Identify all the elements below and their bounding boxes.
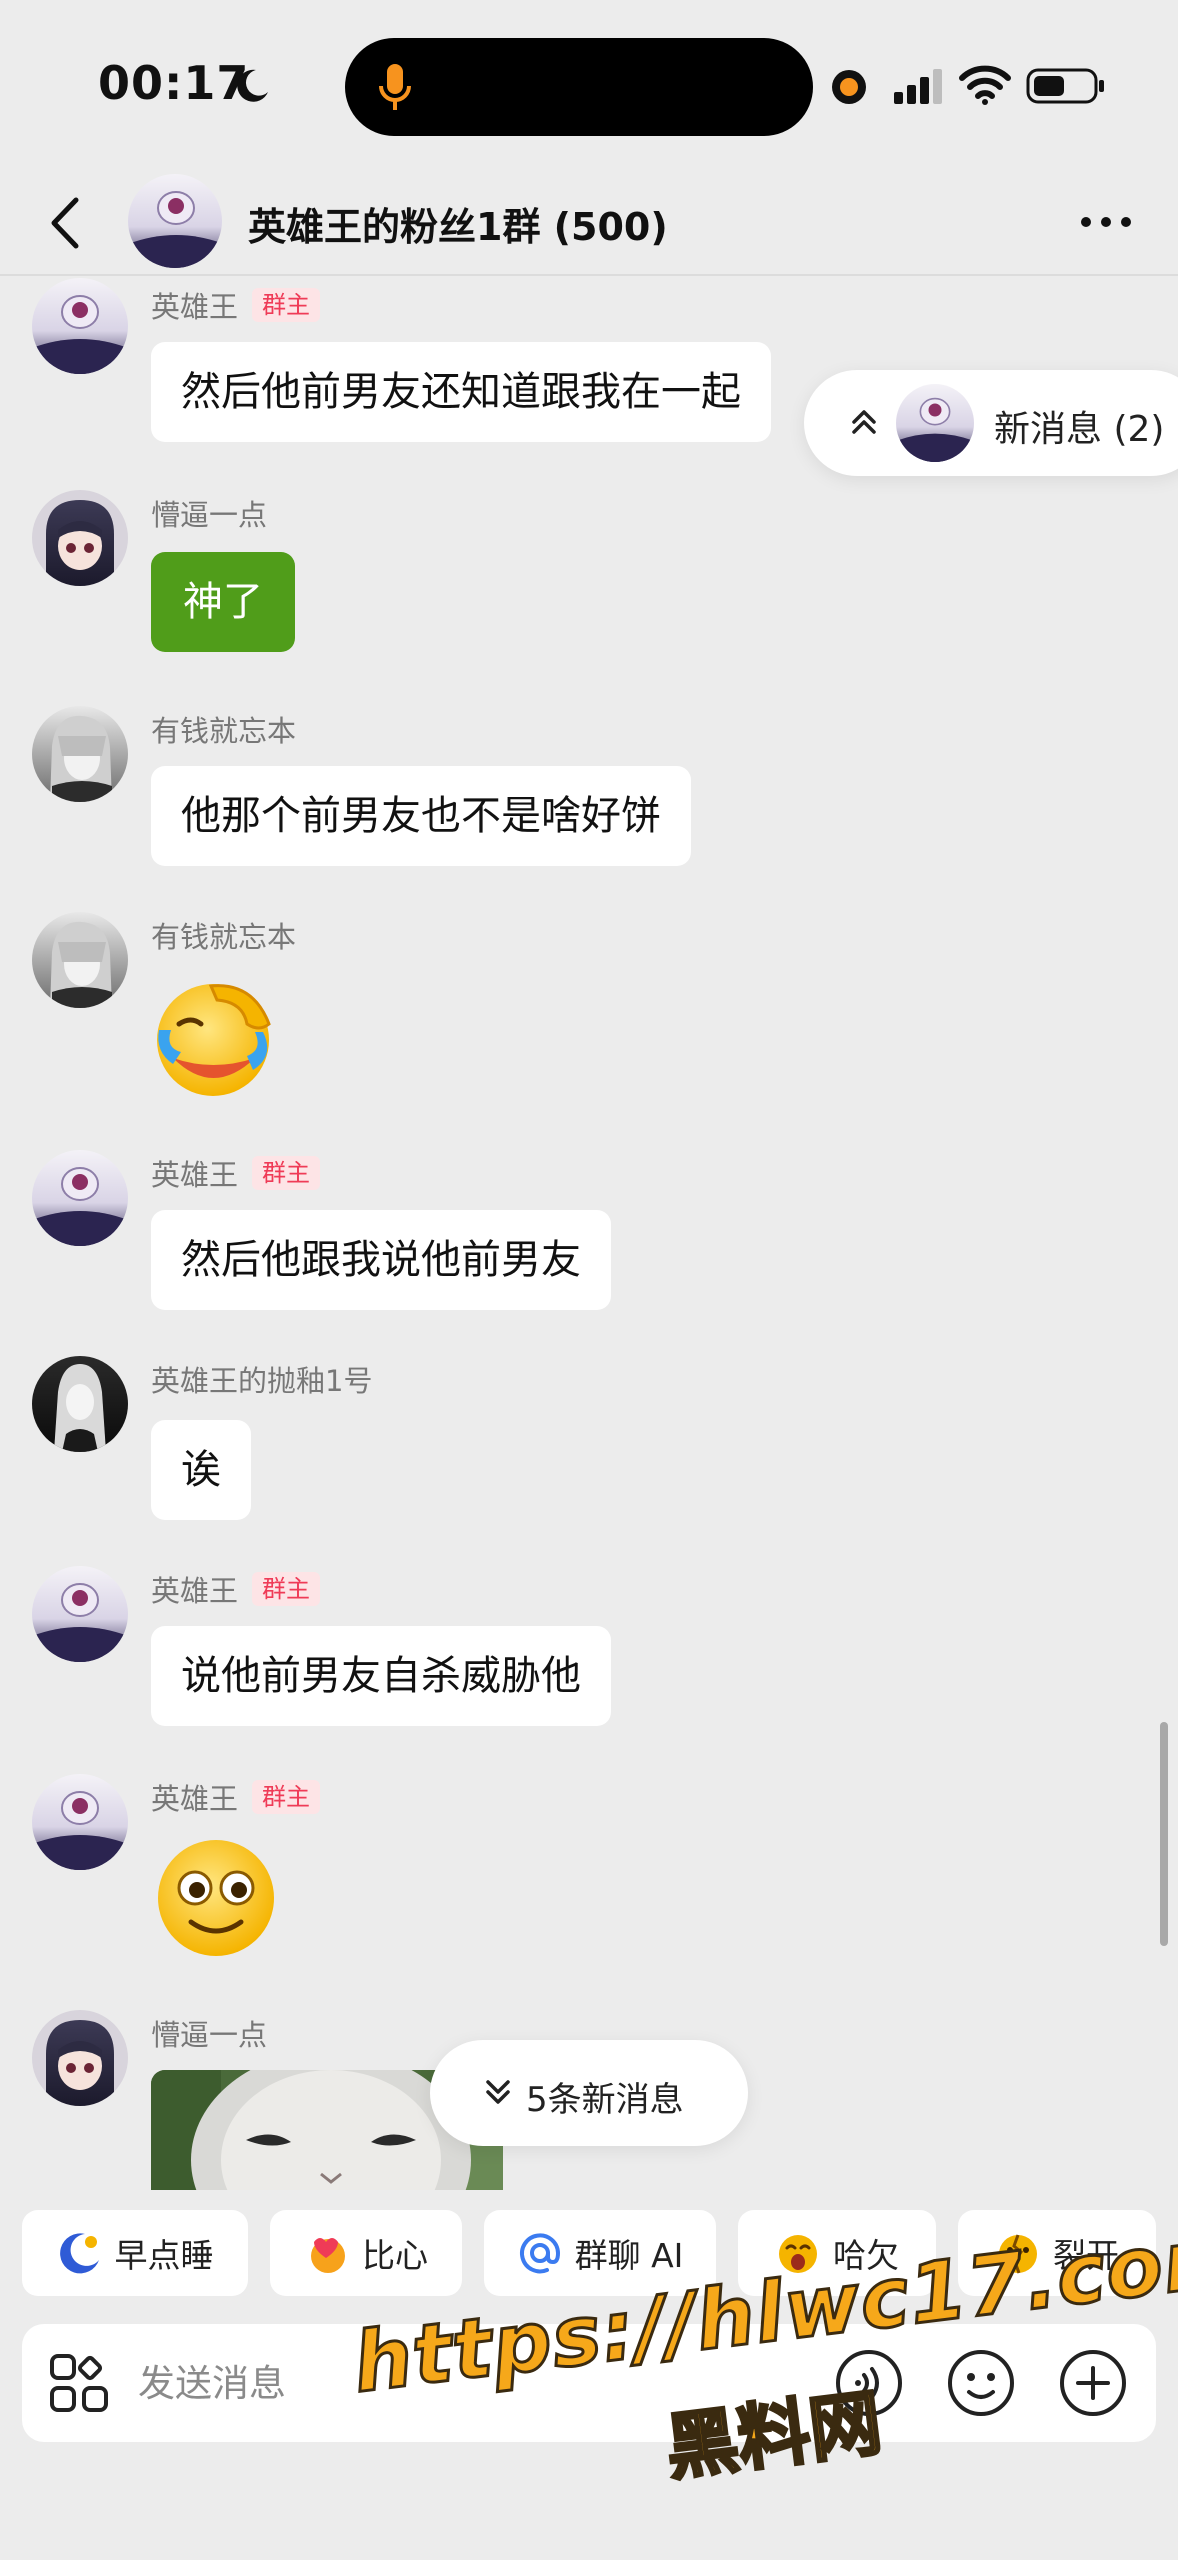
avatar[interactable] (32, 278, 128, 374)
dynamic-island (345, 38, 813, 136)
sender-name-text: 有钱就忘本 (151, 920, 297, 954)
avatar[interactable] (32, 2010, 128, 2106)
quick-action-chip[interactable]: 裂开 (958, 2210, 1156, 2296)
wifi-icon (959, 65, 1011, 105)
sender-name: 英雄王 群主 (151, 1568, 321, 1610)
group-title: 英雄王的粉丝1群 (500) (248, 205, 668, 249)
sender-name: 英雄王 群主 (151, 284, 321, 326)
owner-badge: 群主 (252, 1780, 321, 1814)
chat-message: 有钱就忘本 (0, 912, 1178, 1112)
heart-hands-icon (311, 2238, 345, 2273)
laugh-cry-emoji-icon[interactable] (151, 972, 281, 1102)
new-messages-label: 新消息 (2) (994, 409, 1165, 450)
owner-badge: 群主 (252, 288, 321, 322)
scrollbar[interactable] (1160, 1722, 1168, 1946)
cracked-face-icon (999, 2234, 1037, 2274)
chat-message: 英雄王 群主 (0, 1774, 1178, 1974)
double-chevron-down-icon (486, 2080, 510, 2104)
sender-name: 有钱就忘本 (151, 708, 296, 750)
chat-message: 英雄王 群主 说他前男友自杀威胁他 (0, 1566, 1178, 1736)
owner-badge: 群主 (252, 1572, 321, 1606)
sleep-moon-icon (59, 2233, 99, 2274)
new-message-sender-avatar (896, 384, 974, 462)
recording-indicator-icon (832, 70, 866, 104)
cellular-signal-icon (894, 69, 942, 104)
quick-actions-bar: 早点睡 比心 群聊 AI 哈欠 裂开 (0, 2190, 1178, 2308)
message-bubble[interactable]: 诶 (151, 1420, 251, 1520)
battery-icon (1026, 68, 1104, 104)
quick-action-label: 裂开 (1053, 2236, 1119, 2275)
sender-name-text: 英雄王 (151, 1158, 239, 1192)
sender-name: 英雄王的抛釉1号 (151, 1358, 372, 1400)
sender-name: 有钱就忘本 (151, 914, 296, 956)
sender-name-text: 英雄王 (151, 1782, 239, 1816)
avatar[interactable] (32, 912, 128, 1008)
status-time: 00:17 (98, 56, 250, 110)
yawn-icon (779, 2235, 817, 2273)
back-button[interactable] (36, 188, 100, 258)
owner-badge: 群主 (252, 1156, 321, 1190)
message-input[interactable] (138, 2348, 758, 2418)
message-bubble[interactable]: 他那个前男友也不是啥好饼 (151, 766, 691, 866)
unread-messages-label: 5条新消息 (526, 2080, 684, 2120)
sender-name-text: 有钱就忘本 (151, 714, 297, 748)
add-attachment-icon[interactable] (1058, 2348, 1128, 2418)
chat-message: 有钱就忘本 他那个前男友也不是啥好饼 (0, 706, 1178, 876)
avatar[interactable] (32, 1356, 128, 1452)
chat-header: 英雄王的粉丝1群 (500) (0, 170, 1178, 276)
unread-messages-jump-button[interactable]: 5条新消息 (430, 2040, 748, 2146)
moon-icon (237, 69, 268, 102)
message-input-bar (22, 2324, 1156, 2442)
message-bubble[interactable]: 说他前男友自杀威胁他 (151, 1626, 611, 1726)
status-bar: 00:17 (0, 0, 1178, 170)
sender-name-text: 懵逼一点 (151, 498, 268, 532)
sender-name: 懵逼一点 (151, 492, 267, 534)
avatar[interactable] (32, 490, 128, 586)
sender-name: 英雄王 群主 (151, 1152, 321, 1194)
chat-message: 英雄王的抛釉1号 诶 (0, 1356, 1178, 1526)
voice-input-icon[interactable] (834, 2348, 904, 2418)
sender-name-text: 懵逼一点 (151, 2018, 268, 2052)
quick-action-label: 哈欠 (833, 2236, 899, 2275)
message-bubble[interactable]: 神了 (151, 552, 295, 652)
avatar[interactable] (32, 1150, 128, 1246)
sender-name: 英雄王 群主 (151, 1776, 321, 1818)
apps-grid-icon[interactable] (48, 2352, 110, 2414)
microphone-icon (379, 64, 411, 110)
sender-name-text: 英雄王 (151, 1574, 239, 1608)
sender-name: 懵逼一点 (151, 2012, 267, 2054)
quick-action-chip[interactable]: 群聊 AI (484, 2210, 716, 2296)
quick-action-chip[interactable]: 早点睡 (22, 2210, 248, 2296)
sender-name-text: 英雄王 (151, 290, 239, 324)
chat-message: 懵逼一点 神了 (0, 490, 1178, 670)
more-options-icon[interactable] (1076, 196, 1136, 248)
new-messages-jump-button[interactable]: 新消息 (2) (804, 370, 1178, 476)
quick-action-chip[interactable]: 比心 (270, 2210, 462, 2296)
quick-action-label: 比心 (362, 2236, 428, 2275)
sender-name-text: 英雄王的抛釉1号 (151, 1364, 373, 1398)
group-avatar[interactable] (128, 174, 222, 268)
avatar[interactable] (32, 1566, 128, 1662)
emoji-picker-icon[interactable] (946, 2348, 1016, 2418)
quick-action-label: 早点睡 (114, 2236, 214, 2275)
double-chevron-up-icon (852, 410, 876, 434)
message-bubble[interactable]: 然后他前男友还知道跟我在一起 (151, 342, 771, 442)
quick-action-chip[interactable]: 哈欠 (738, 2210, 936, 2296)
smile-emoji-icon[interactable] (151, 1832, 281, 1962)
message-bubble[interactable]: 然后他跟我说他前男友 (151, 1210, 611, 1310)
chat-message: 英雄王 群主 然后他跟我说他前男友 (0, 1150, 1178, 1320)
avatar[interactable] (32, 1774, 128, 1870)
quick-action-label: 群聊 AI (574, 2236, 684, 2275)
avatar[interactable] (32, 706, 128, 802)
at-icon (519, 2233, 560, 2274)
